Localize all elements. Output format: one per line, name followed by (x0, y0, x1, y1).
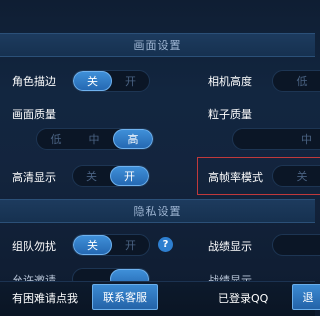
high-fps-off-option[interactable]: 关 (273, 166, 320, 186)
particle-quality-selector[interactable]: 中 (232, 128, 320, 150)
camera-height-label: 相机高度 (208, 75, 252, 88)
graphics-settings-header: 画面设置 (0, 33, 315, 57)
camera-height-low-option[interactable]: 低 (273, 71, 320, 91)
graphics-quality-medium-option[interactable]: 中 (75, 129, 113, 149)
record-display-label: 战绩显示 (208, 240, 252, 253)
particle-quality-label: 粒子质量 (208, 108, 252, 121)
help-question-icon[interactable]: ? (158, 237, 173, 252)
record-display-toggle[interactable] (272, 234, 320, 256)
graphics-quality-selector[interactable]: 低 中 高 (36, 128, 154, 150)
contact-support-button[interactable]: 联系客服 (92, 284, 158, 310)
hd-display-label: 高清显示 (12, 171, 56, 184)
hd-display-on-option[interactable]: 开 (110, 166, 149, 186)
character-outline-off-option[interactable]: 关 (73, 71, 112, 91)
team-no-disturb-toggle[interactable]: 关 开 (72, 234, 150, 256)
graphics-quality-low-option[interactable]: 低 (37, 129, 75, 149)
team-no-disturb-off-option[interactable]: 关 (73, 235, 112, 255)
graphics-quality-high-option[interactable]: 高 (113, 129, 153, 149)
record-display-option[interactable] (273, 235, 320, 255)
character-outline-on-option[interactable]: 开 (112, 71, 149, 91)
team-no-disturb-label: 组队勿扰 (12, 240, 56, 253)
character-outline-label: 角色描边 (12, 75, 56, 88)
particle-quality-low-option[interactable] (233, 129, 282, 149)
hd-display-toggle[interactable]: 关 开 (72, 165, 150, 187)
camera-height-toggle[interactable]: 低 (272, 70, 320, 92)
logout-button[interactable]: 退 (292, 284, 320, 310)
login-status-text: 已登录QQ (218, 292, 269, 305)
help-prompt-text: 有困难请点我 (12, 292, 78, 305)
particle-quality-medium-option[interactable]: 中 (282, 129, 320, 149)
graphics-quality-label: 画面质量 (12, 108, 56, 121)
hd-display-off-option[interactable]: 关 (73, 166, 110, 186)
high-fps-mode-toggle[interactable]: 关 (272, 165, 320, 187)
team-no-disturb-on-option[interactable]: 开 (112, 235, 149, 255)
privacy-settings-title: 隐私设置 (133, 205, 182, 218)
graphics-settings-title: 画面设置 (133, 39, 182, 52)
character-outline-toggle[interactable]: 关 开 (72, 70, 150, 92)
high-fps-mode-label: 高帧率模式 (208, 171, 263, 184)
privacy-settings-header: 隐私设置 (0, 199, 315, 223)
